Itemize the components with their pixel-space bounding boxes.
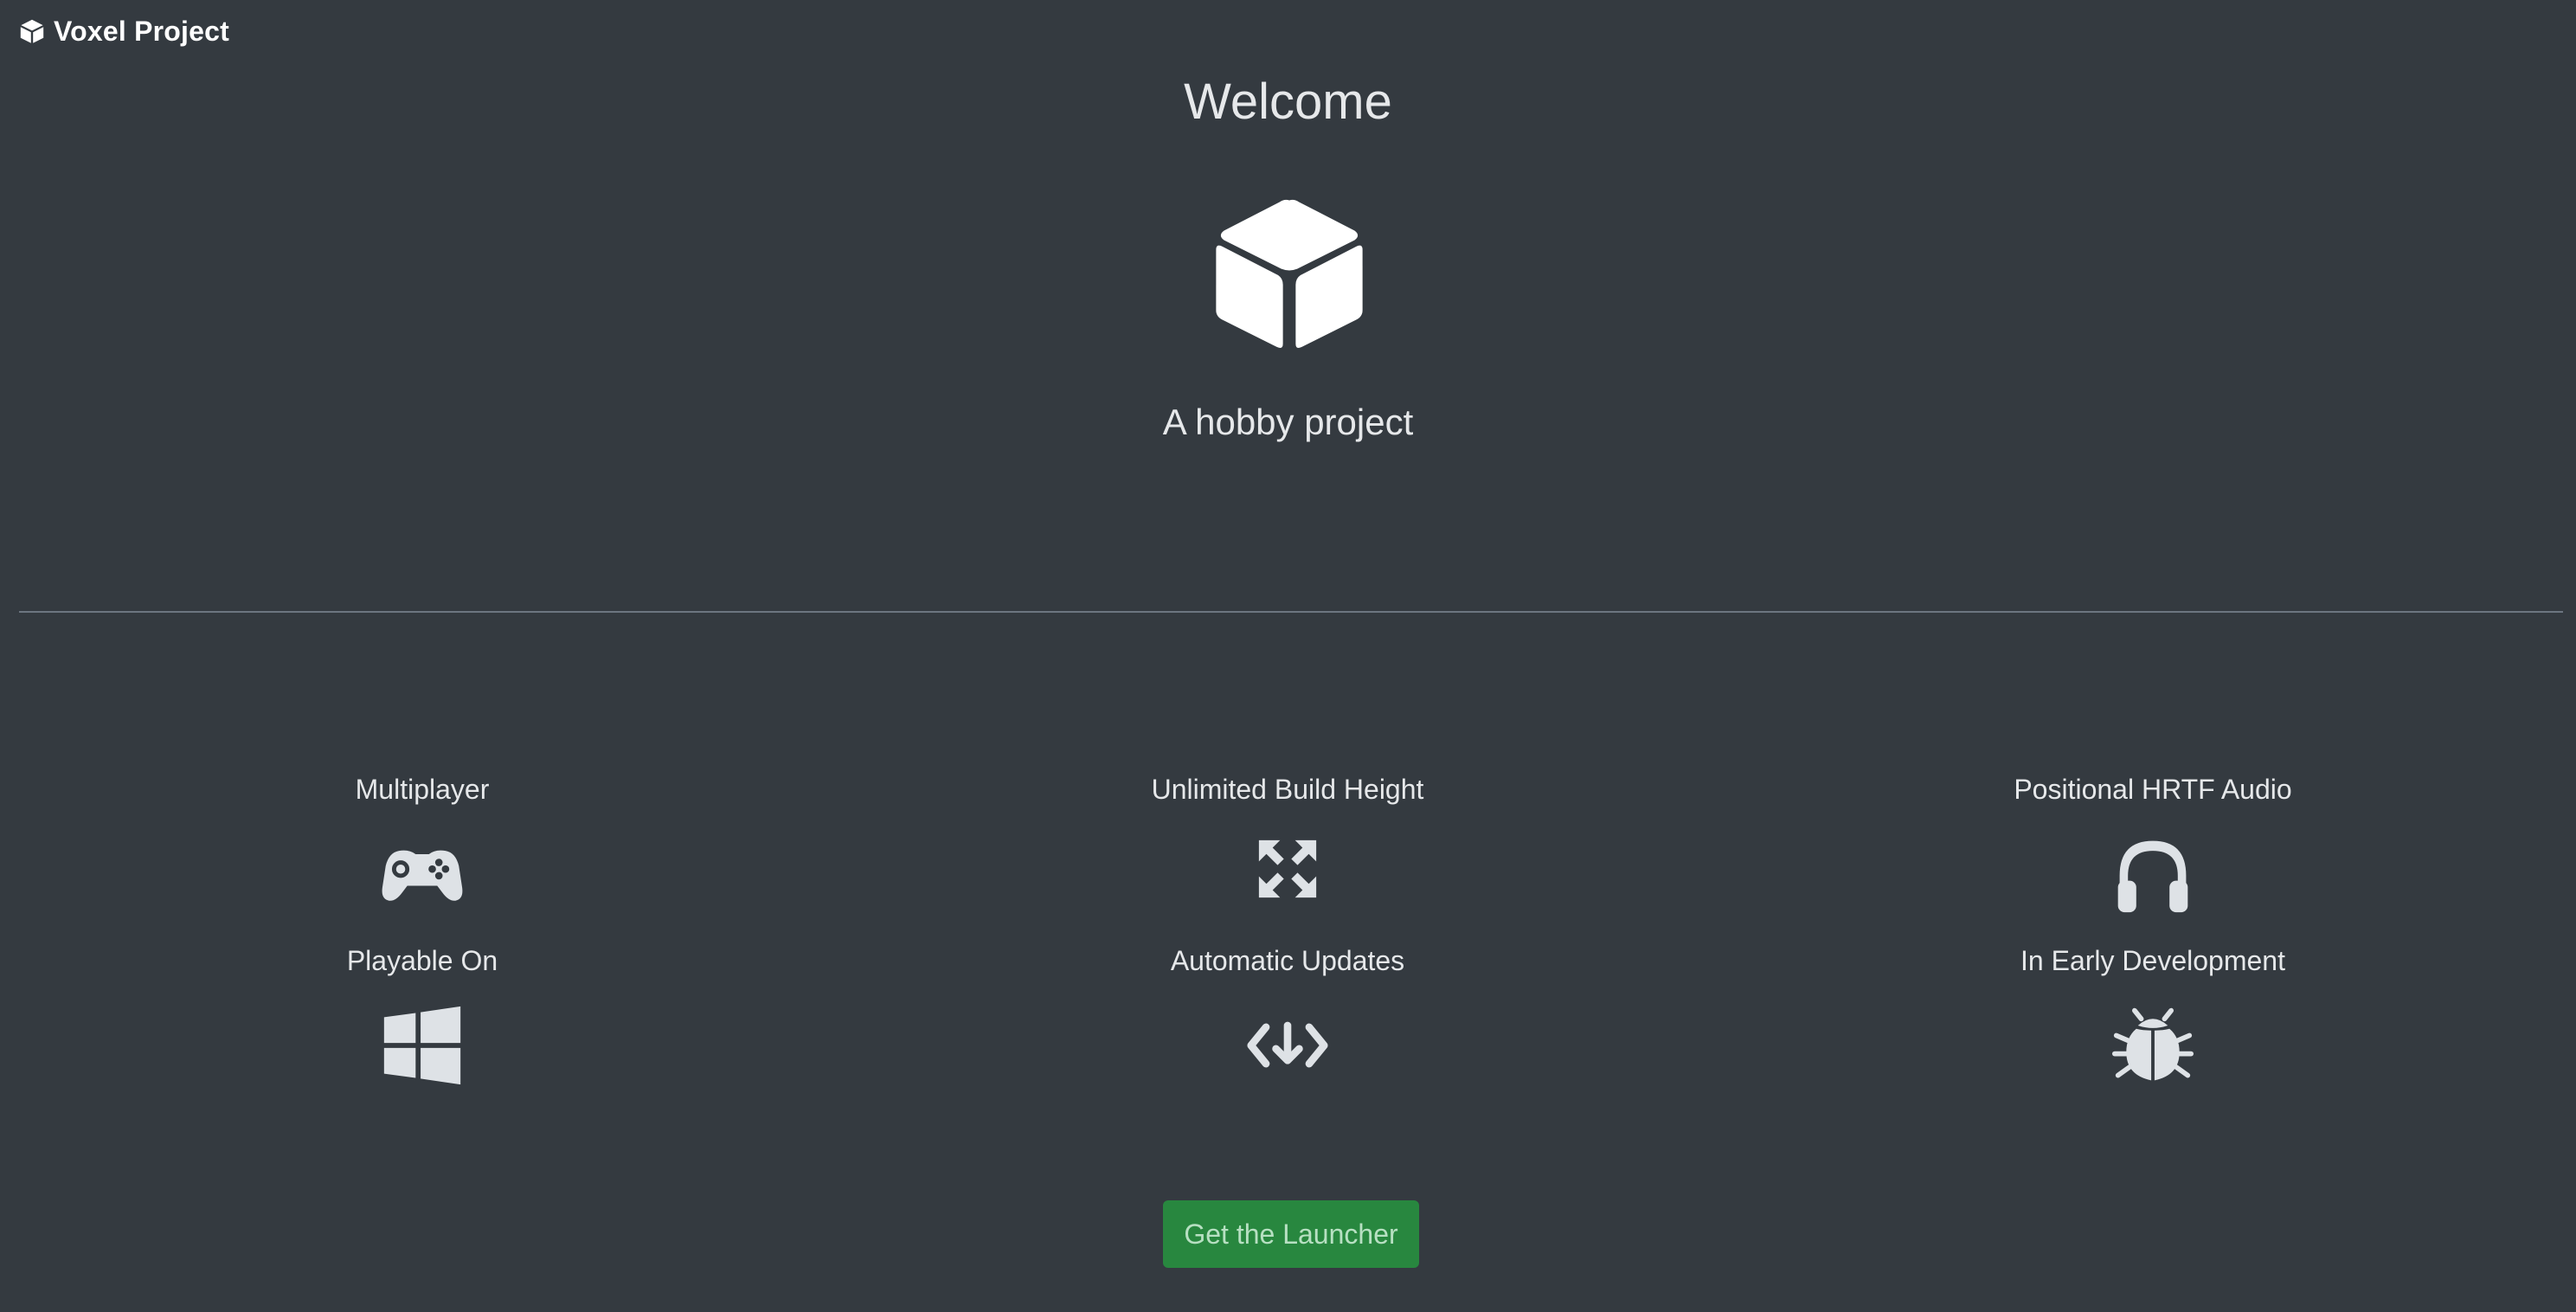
code-download-icon xyxy=(1247,1021,1328,1068)
windows-logo-icon xyxy=(383,1006,461,1085)
gamepad-icon xyxy=(382,850,463,901)
page-title: Welcome xyxy=(1184,74,1392,130)
get-launcher-button[interactable]: Get the Launcher xyxy=(1163,1200,1419,1268)
feature-label: In Early Development xyxy=(2020,945,2285,976)
feature-multiplayer: Multiplayer xyxy=(119,770,725,916)
feature-label: Positional HRTF Audio xyxy=(2014,774,2292,805)
feature-positional-hrtf-audio: Positional HRTF Audio xyxy=(1850,770,2456,916)
bug-icon xyxy=(2111,1007,2194,1081)
brand-label: Voxel Project xyxy=(54,15,229,47)
cube-icon xyxy=(1216,199,1363,349)
feature-in-early-development: In Early Development xyxy=(1850,942,2456,1087)
hero-subtitle: A hobby project xyxy=(1162,402,1414,442)
cube-icon xyxy=(20,19,44,43)
feature-label: Unlimited Build Height xyxy=(1151,774,1424,805)
feature-unlimited-build-height: Unlimited Build Height xyxy=(985,770,1590,900)
feature-playable-on: Playable On xyxy=(119,942,725,1087)
feature-automatic-updates: Automatic Updates xyxy=(985,942,1590,1087)
feature-label: Multiplayer xyxy=(355,774,490,805)
feature-label: Playable On xyxy=(346,945,498,976)
navbar-brand[interactable]: Voxel Project xyxy=(19,12,229,50)
section-divider xyxy=(19,611,2563,613)
headphones-icon xyxy=(2117,840,2188,913)
feature-label: Automatic Updates xyxy=(1170,945,1405,976)
expand-arrows-icon xyxy=(1258,839,1317,898)
